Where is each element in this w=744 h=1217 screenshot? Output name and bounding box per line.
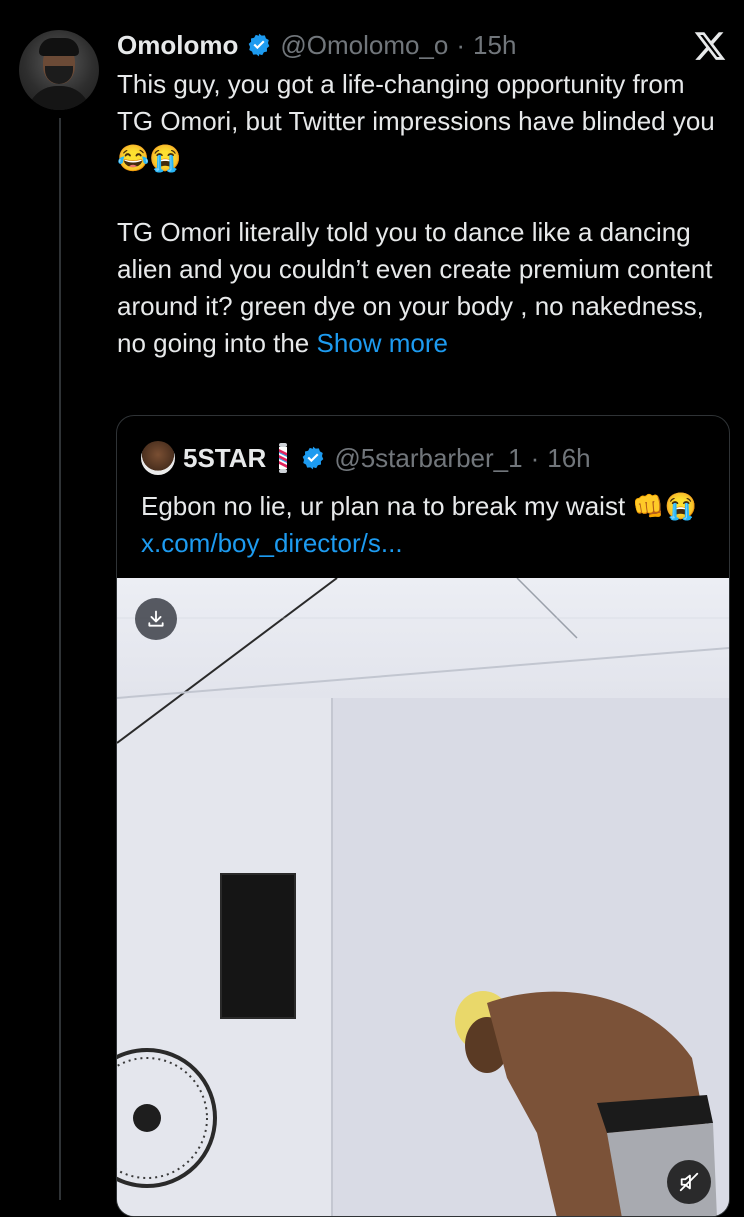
download-icon	[148, 610, 164, 627]
separator-dot: ·	[530, 442, 540, 473]
barber-pole-icon	[279, 443, 288, 473]
quote-time[interactable]: 16h	[547, 443, 590, 474]
mute-button[interactable]	[667, 1160, 711, 1204]
avatar-body	[27, 86, 91, 110]
tweet-text-para1: This guy, you got a life-changing opport…	[117, 69, 723, 173]
download-button[interactable]	[135, 598, 177, 640]
avatar-cap	[39, 38, 79, 56]
quote-emojis: 👊😭	[632, 491, 698, 521]
thread-line	[59, 118, 61, 1200]
wall-poster	[220, 873, 296, 1019]
quote-tweet-card[interactable]: 5STAR @5starbarber_1 · 16h Egbon no lie,…	[116, 415, 730, 1217]
show-more-link[interactable]: Show more	[317, 328, 449, 358]
quote-author-name[interactable]: 5STAR	[183, 443, 266, 474]
tweet-text: This guy, you got a life-changing opport…	[117, 66, 717, 362]
x-logo-icon[interactable]	[693, 29, 727, 63]
quote-avatar[interactable]	[141, 441, 175, 475]
verified-badge-icon	[303, 446, 324, 470]
verified-badge-icon	[249, 33, 270, 57]
quote-text: Egbon no lie, ur plan na to break my wai…	[141, 488, 711, 562]
author-handle[interactable]: @Omolomo_o	[280, 30, 448, 61]
quote-link[interactable]: x.com/boy_director/s...	[141, 528, 403, 558]
tweet-header: Omolomo @Omolomo_o · 15h	[117, 27, 516, 63]
quote-header: 5STAR @5starbarber_1 · 16h	[141, 440, 591, 476]
volume-muted-icon	[679, 1172, 699, 1192]
quote-author-handle[interactable]: @5starbarber_1	[334, 443, 522, 474]
standing-fan	[117, 1048, 217, 1188]
author-name[interactable]: Omolomo	[117, 30, 238, 61]
quote-text-body: Egbon no lie, ur plan na to break my wai…	[141, 491, 633, 521]
avatar[interactable]	[19, 30, 99, 110]
separator-dot: ·	[456, 29, 466, 60]
video-media[interactable]	[117, 578, 729, 1216]
tweet-time[interactable]: 15h	[473, 30, 516, 61]
